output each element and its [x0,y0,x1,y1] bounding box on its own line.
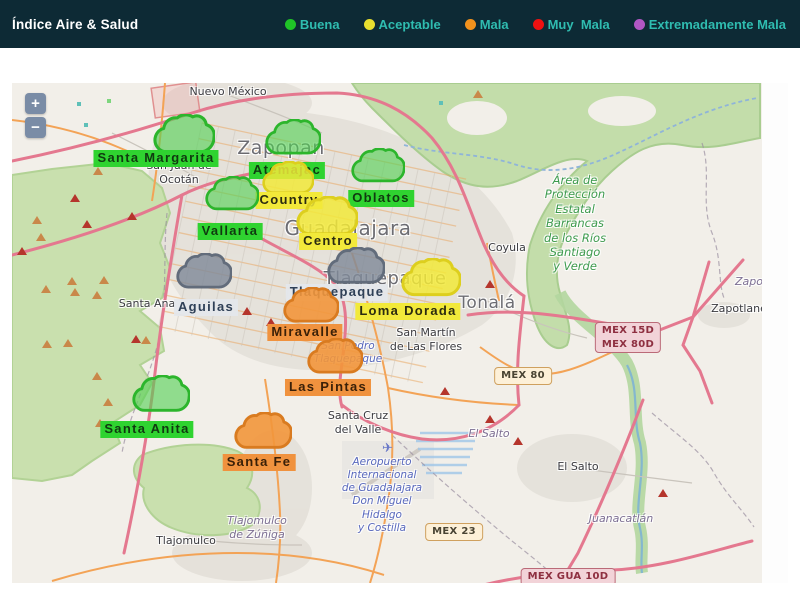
aq-station-label-aguilas[interactable]: Aguilas [173,299,239,316]
aq-station-label-vallarta[interactable]: Vallarta [197,223,263,240]
legend-dot-icon [532,18,544,30]
legend-label: Aceptable [378,16,441,32]
aq-cloud-icon-centro[interactable] [296,195,358,239]
aq-station-label-loma-dorada[interactable]: Loma Dorada [355,303,461,320]
legend-label: Mala [479,16,509,32]
aq-station-label-santa-margarita[interactable]: Santa Margarita [93,150,219,167]
map-container[interactable]: Nuevo MéxicoSan Juan de OcotánZapopanGua… [12,83,788,583]
legend-dot-icon [284,18,296,30]
aq-cloud-icon-oblatos[interactable] [351,148,405,185]
legend-item-muy-mala: Muy Mala [532,16,610,32]
legend-dot-icon [363,18,375,30]
aq-cloud-icon-santa-anita[interactable] [132,375,190,415]
map-edge-blank [762,83,788,583]
app-header: Índice Aire & Salud Buena Aceptable Mala Mu… [0,0,800,48]
zoom-controls: + − [25,93,46,138]
aq-cloud-icon-tlaquepaque[interactable] [327,247,385,287]
legend-item-extremadamente-mala: Extremadamente Mala [633,16,786,32]
legend-dot-icon [464,18,476,30]
legend-item-mala: Mala [464,16,509,32]
zoom-in-button[interactable]: + [25,93,46,114]
aq-cloud-icon-santa-fe[interactable] [234,412,292,452]
legend-item-buena: Buena [284,16,340,32]
legend-label: Muy Mala [547,16,610,32]
aq-cloud-icon-vallarta[interactable] [205,176,259,213]
aq-station-label-santa-anita[interactable]: Santa Anita [100,421,194,438]
legend-item-aceptable: Aceptable [363,16,441,32]
zoom-out-button[interactable]: − [25,117,46,138]
legend-label: Extremadamente Mala [648,16,786,32]
aq-cloud-icon-atemajac[interactable] [265,118,321,158]
aq-cloud-icon-las-pintas[interactable] [307,337,363,377]
aqi-legend: Buena Aceptable Mala Muy Mala Extremadamente… [284,16,786,32]
aq-station-label-santa-fe[interactable]: Santa Fe [222,454,296,471]
aq-cloud-icon-loma-dorada[interactable] [401,258,461,299]
aq-cloud-icon-miravalle[interactable] [283,286,339,326]
app-title: Índice Aire & Salud [12,16,139,32]
legend-label: Buena [299,16,340,32]
aq-station-label-las-pintas[interactable]: Las Pintas [284,379,372,396]
aq-station-label-oblatos[interactable]: Oblatos [348,190,414,207]
aq-cloud-icon-aguilas[interactable] [176,252,232,292]
legend-dot-icon [633,18,645,30]
